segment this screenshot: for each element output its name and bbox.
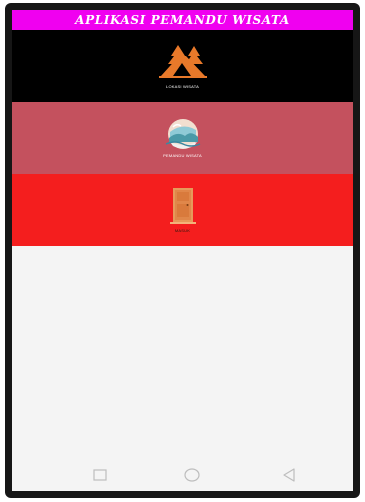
menu-item-label: LOKASI WISATA bbox=[166, 84, 199, 89]
menu-item-pemandu-wisata[interactable]: PEMANDU WISATA bbox=[12, 102, 353, 174]
app-title-bar: APLIKASI PEMANDU WISATA bbox=[12, 10, 353, 30]
menu-item-masuk[interactable]: MASUK bbox=[12, 174, 353, 246]
landscape-scene-icon bbox=[165, 119, 200, 149]
system-navigation-bar bbox=[12, 459, 353, 491]
home-button[interactable] bbox=[184, 468, 200, 482]
square-icon bbox=[93, 469, 107, 481]
back-button[interactable] bbox=[281, 468, 297, 482]
app-screen: APLIKASI PEMANDU WISATA LOKASI WISATA PE… bbox=[12, 10, 353, 491]
menu-item-label: PEMANDU WISATA bbox=[163, 153, 202, 158]
app-title: APLIKASI PEMANDU WISATA bbox=[75, 13, 290, 27]
content-area bbox=[12, 246, 353, 459]
menu-item-lokasi-wisata[interactable]: LOKASI WISATA bbox=[12, 30, 353, 102]
menu-item-label: MASUK bbox=[174, 228, 191, 233]
recents-button[interactable] bbox=[92, 468, 108, 482]
door-icon bbox=[169, 188, 196, 224]
circle-icon bbox=[184, 468, 200, 482]
phone-frame: APLIKASI PEMANDU WISATA LOKASI WISATA PE… bbox=[5, 3, 360, 498]
camping-tent-trees-icon bbox=[158, 45, 207, 78]
triangle-back-icon bbox=[283, 468, 295, 482]
